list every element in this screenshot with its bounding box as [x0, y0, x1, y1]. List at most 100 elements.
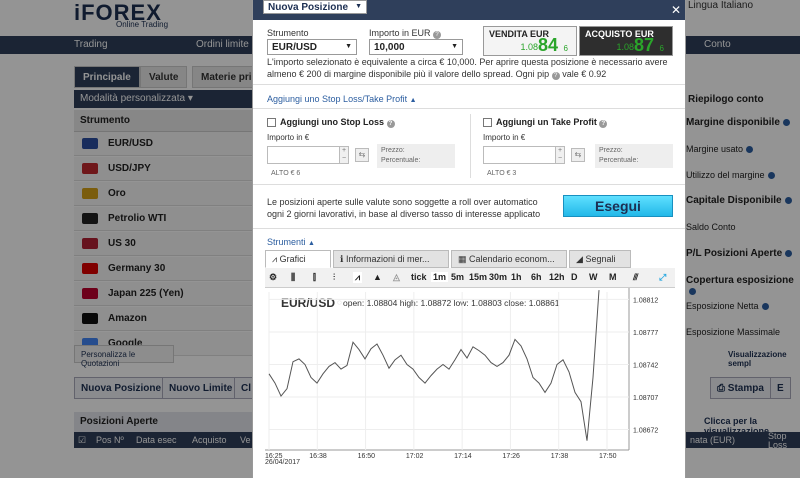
tools-toggle-link[interactable]: Strumenti ▲: [267, 237, 315, 247]
timeframe-1h[interactable]: 1h: [511, 272, 522, 282]
timeframe-5m[interactable]: 5m: [451, 272, 464, 282]
pip-value: vale € 0.92: [562, 69, 607, 79]
timeframe-tick[interactable]: tick: [411, 272, 427, 282]
price-label: Prezzo:: [381, 147, 405, 154]
area-chart-icon[interactable]: ▲: [373, 272, 382, 282]
instrument-select[interactable]: EUR/USD ▼: [267, 39, 357, 55]
calendar-icon: ▦: [458, 254, 467, 264]
instrument-label: Strumento: [267, 28, 309, 38]
chart-toolbar: ⚙ ⫼ ⫿ ⫶ ⩘ ▲ ◬ tick 1m 5m 15m 30m 1h 6h 1…: [265, 268, 675, 288]
chevron-down-icon: ▼: [345, 43, 352, 50]
tab-charts-label: Grafici: [279, 254, 306, 264]
amount-value: 10,000: [374, 42, 405, 53]
tab-market-info[interactable]: ℹ Informazioni di mer...: [333, 250, 449, 268]
chart-icon: ⩘: [272, 254, 278, 264]
bar-chart-icon[interactable]: ⫶: [333, 272, 335, 283]
chart-svg: 1.088121.087771.087421.087071.0867216:25…: [265, 288, 658, 460]
timeframe-1m[interactable]: 1m: [431, 272, 449, 282]
timeframe-6h[interactable]: 6h: [531, 272, 542, 282]
new-position-modal: Nuova Posizione ▼ ✕ Strumento EUR/USD ▼ Im…: [252, 0, 686, 478]
divider: [470, 114, 471, 178]
x-tick-label: 17:38: [551, 453, 569, 460]
timeframe-day[interactable]: D: [571, 272, 578, 282]
y-tick-label: 1.08707: [633, 395, 658, 402]
take-profit-checkbox[interactable]: Aggiungi un Take Profit ?: [483, 117, 608, 128]
sell-prefix: 1.08: [520, 42, 538, 52]
chevron-up-icon: ▲: [409, 97, 417, 104]
x-tick-label: 17:02: [406, 453, 424, 460]
fullscreen-icon[interactable]: ⤢: [659, 272, 666, 283]
x-tick-label: 17:14: [454, 453, 472, 460]
x-tick-label: 16:38: [309, 453, 327, 460]
price-label: Prezzo:: [599, 147, 623, 154]
take-profit-stepper[interactable]: + −: [555, 146, 565, 164]
x-tick-label: 17:50: [599, 453, 617, 460]
tab-signals-label: Segnali: [585, 254, 616, 264]
stop-loss-amount-input[interactable]: [267, 146, 347, 164]
checkbox-icon: [267, 118, 276, 128]
y-tick-label: 1.08742: [633, 362, 658, 369]
tab-economic-calendar[interactable]: ▦ Calendario econom...: [451, 250, 567, 268]
info-icon: ℹ: [340, 254, 344, 264]
price-chart: EUR/USD ◌ open: 1.08804 high: 1.08872 lo…: [265, 288, 675, 466]
y-tick-label: 1.08812: [633, 297, 658, 304]
percentage-label: Percentuale:: [381, 157, 421, 164]
x-tick-label: 16:50: [358, 453, 376, 460]
candlestick-icon[interactable]: ⫼: [291, 272, 295, 283]
stop-loss-label: Aggiungi uno Stop Loss: [280, 117, 384, 127]
timeframe-month[interactable]: M: [609, 272, 617, 282]
stop-loss-amount-label: Importo in €: [267, 133, 310, 142]
amount-label-text: Importo in EUR: [369, 28, 431, 38]
take-profit-amount-input[interactable]: [483, 146, 563, 164]
tab-economic-calendar-label: Calendario econom...: [469, 254, 555, 264]
stop-loss-price-box: Prezzo: Percentuale:: [377, 144, 455, 168]
y-tick-label: 1.08777: [633, 330, 658, 337]
take-profit-hint: ALTO € 3: [487, 170, 517, 177]
buy-pips: 87: [633, 35, 654, 55]
timeframe-week[interactable]: W: [589, 272, 598, 282]
help-icon[interactable]: ?: [599, 120, 608, 128]
timeframe-15m[interactable]: 15m: [469, 272, 487, 282]
indicators-icon[interactable]: ⫻: [633, 272, 638, 283]
chevron-down-icon: ▼: [451, 43, 458, 50]
tools-label: Strumenti: [267, 237, 306, 247]
sell-fraction: 6: [563, 44, 568, 53]
point-chart-icon[interactable]: ◬: [393, 272, 400, 283]
tab-signals[interactable]: ◢ Segnali: [569, 250, 631, 268]
execute-button[interactable]: Esegui: [563, 195, 673, 217]
position-type-select[interactable]: Nuova Posizione ▼: [263, 0, 367, 14]
tab-charts[interactable]: ⩘ Grafici: [265, 250, 331, 268]
divider: [253, 108, 685, 109]
amount-label: Importo in EUR ?: [369, 28, 442, 39]
help-icon[interactable]: ?: [551, 72, 560, 80]
stop-loss-checkbox[interactable]: Aggiungi uno Stop Loss ?: [267, 117, 395, 128]
stop-loss-hint: ALTO € 6: [271, 170, 301, 177]
sell-pips: 84: [537, 35, 558, 55]
hollow-candle-icon[interactable]: ⫿: [313, 272, 316, 283]
amount-select[interactable]: 10,000 ▼: [369, 39, 463, 55]
line-chart-icon[interactable]: ⩘: [353, 272, 363, 283]
buy-prefix: 1.08: [616, 42, 634, 52]
help-icon[interactable]: ?: [386, 120, 395, 128]
sltp-link-text: Aggiungi uno Stop Loss/Take Profit: [267, 94, 408, 104]
sltp-toggle-link[interactable]: Aggiungi uno Stop Loss/Take Profit ▲: [267, 94, 417, 104]
close-icon[interactable]: ✕: [671, 3, 681, 17]
buy-quote-button[interactable]: ACQUISTO EUR 1.08 87 6: [579, 26, 673, 56]
calculator-icon[interactable]: ⇆: [355, 148, 369, 162]
help-icon[interactable]: ?: [433, 31, 442, 39]
timeframe-12h[interactable]: 12h: [549, 272, 565, 282]
calculator-icon[interactable]: ⇆: [571, 148, 585, 162]
stop-loss-stepper[interactable]: + −: [339, 146, 349, 164]
series-line: [268, 290, 600, 441]
divider: [253, 228, 685, 229]
chevron-up-icon: ▲: [308, 240, 315, 247]
instrument-value: EUR/USD: [272, 42, 318, 53]
modal-title: Nuova Posizione: [268, 2, 349, 13]
sell-quote-button[interactable]: VENDITA EUR 1.08 84 6: [483, 26, 577, 56]
chevron-down-icon: ▼: [355, 3, 362, 10]
take-profit-price-box: Prezzo: Percentuale:: [595, 144, 673, 168]
divider: [253, 84, 685, 85]
timeframe-30m[interactable]: 30m: [489, 272, 507, 282]
settings-gear-icon[interactable]: ⚙: [269, 272, 277, 283]
buy-fraction: 6: [659, 44, 664, 53]
